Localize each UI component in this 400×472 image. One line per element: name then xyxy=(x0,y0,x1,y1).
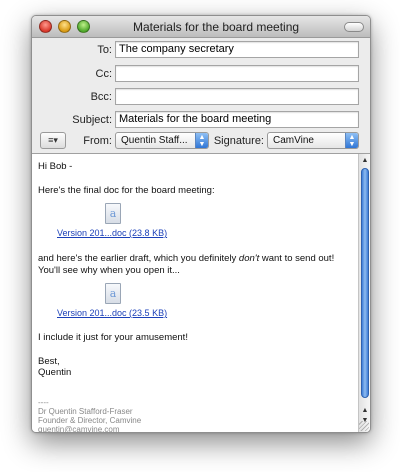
title-bar[interactable]: Materials for the board meeting xyxy=(32,16,370,38)
toolbar-toggle-button[interactable] xyxy=(344,22,364,32)
close-window-button[interactable] xyxy=(39,20,52,33)
sender-name: Quentin xyxy=(38,367,72,378)
bcc-field[interactable] xyxy=(115,88,359,105)
message-body[interactable]: Hi Bob - Here's the final doc for the bo… xyxy=(32,153,370,433)
from-popup-value: Quentin Staff... xyxy=(121,135,188,146)
signature-label: Signature: xyxy=(213,135,264,147)
body-line-2-end: want to send out! xyxy=(259,253,335,264)
scroll-thumb[interactable] xyxy=(361,168,369,398)
attachment-2-link[interactable]: Version 201...doc (23.5 KB) xyxy=(57,308,167,318)
vertical-scrollbar[interactable]: ▲ ▲ ▼ xyxy=(358,154,370,432)
cc-field[interactable] xyxy=(115,65,359,82)
body-line-2: and here's the earlier draft, which you … xyxy=(38,253,334,264)
popup-arrows-icon: ▲ ▼ xyxy=(345,133,358,148)
to-field[interactable]: The company secretary xyxy=(115,41,359,58)
signature-line-3: quentin@camvine.com xyxy=(38,425,120,433)
subject-label: Subject: xyxy=(72,114,112,126)
word-document-icon[interactable]: a xyxy=(105,283,121,304)
popup-arrows-icon: ▲ ▼ xyxy=(195,133,208,148)
to-label: To: xyxy=(97,44,112,56)
signature-separator: ---- xyxy=(38,398,49,407)
attachment-1-link[interactable]: Version 201...doc (23.8 KB) xyxy=(57,228,167,238)
bcc-label: Bcc: xyxy=(90,91,112,103)
greeting-text: Hi Bob - xyxy=(38,161,73,172)
scroll-up-arrow-icon[interactable]: ▲ xyxy=(360,406,370,416)
body-line-3: You'll see why when you open it... xyxy=(38,265,180,276)
body-line-1: Here's the final doc for the board meeti… xyxy=(38,185,215,196)
signature-line-2: Founder & Director, Camvine xyxy=(38,416,142,425)
signature-popup-value: CamVine xyxy=(273,135,314,146)
signature-popup[interactable]: CamVine ▲ ▼ xyxy=(267,132,359,149)
subject-field[interactable]: Materials for the board meeting xyxy=(115,111,359,128)
mail-compose-window: Materials for the board meeting To: The … xyxy=(31,15,371,433)
minimize-window-button[interactable] xyxy=(58,20,71,33)
word-document-icon[interactable]: a xyxy=(105,203,121,224)
window-title: Materials for the board meeting xyxy=(132,20,300,34)
body-line-4: I include it just for your amusement! xyxy=(38,332,188,343)
zoom-window-button[interactable] xyxy=(77,20,90,33)
from-label: From: xyxy=(83,135,112,147)
body-line-2-emphasis: don't xyxy=(238,253,260,264)
header-fields-menu-button[interactable]: ≡▾ xyxy=(40,132,66,149)
from-popup[interactable]: Quentin Staff... ▲ ▼ xyxy=(115,132,209,149)
body-line-2-start: and here's the earlier draft, which you … xyxy=(38,253,239,264)
signature-line-1: Dr Quentin Stafford-Fraser xyxy=(38,407,133,416)
cc-label: Cc: xyxy=(95,68,113,80)
closing-text: Best, xyxy=(38,356,60,367)
scroll-up-arrow-icon[interactable]: ▲ xyxy=(360,156,370,166)
resize-grip-icon[interactable] xyxy=(359,421,369,431)
